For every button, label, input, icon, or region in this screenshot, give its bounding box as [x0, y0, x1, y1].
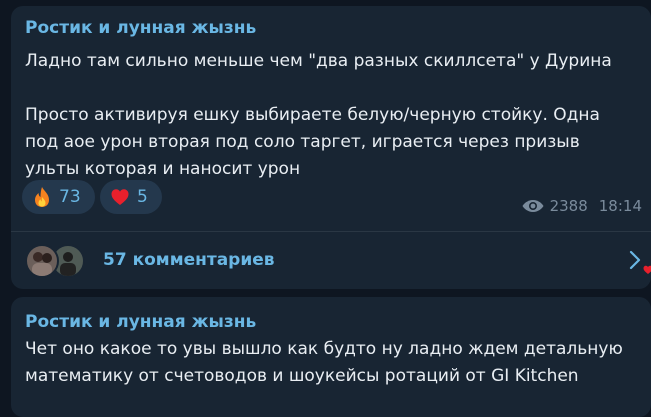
reaction-count: 73 [59, 187, 81, 207]
message-time: 18:14 [598, 197, 642, 215]
message-bubble: Ростик и лунная жызнь Чет оно какое то у… [11, 297, 651, 417]
comments-button[interactable]: 57 комментариев [11, 232, 651, 289]
reactions-bar: 73 5 [22, 180, 162, 214]
red-heart-icon [111, 189, 129, 205]
message-author[interactable]: Ростик и лунная жызнь [25, 312, 256, 332]
comments-label: 57 комментариев [103, 250, 275, 270]
heart-icon [643, 265, 651, 274]
view-count: 2388 [549, 197, 588, 215]
reaction-fire[interactable]: 73 [22, 180, 95, 214]
commenter-avatars [25, 244, 87, 278]
message-meta: 2388 18:14 [521, 197, 642, 215]
fire-icon [35, 187, 49, 207]
eye-icon [522, 200, 544, 212]
avatar [25, 244, 59, 278]
message-bubble: Ростик и лунная жызнь Ладно там сильно м… [11, 6, 651, 289]
message-text: Ладно там сильно меньше чем "два разных … [25, 51, 612, 179]
chevron-right-icon [629, 250, 641, 270]
message-text: Чет оно какое то увы вышло как будто ну … [25, 339, 623, 386]
reaction-heart[interactable]: 5 [100, 180, 162, 214]
reaction-count: 5 [137, 187, 148, 207]
message-author[interactable]: Ростик и лунная жызнь [25, 18, 256, 38]
